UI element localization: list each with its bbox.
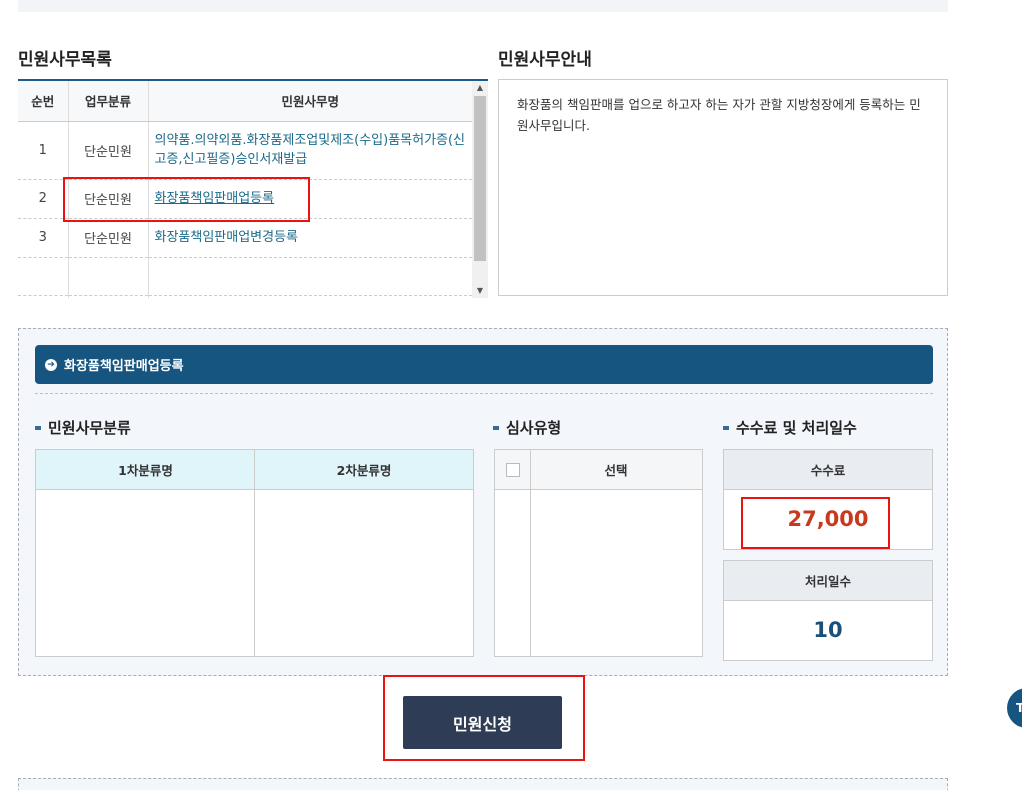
scroll-up-icon[interactable]: ▲: [472, 81, 488, 95]
scroll-top-button[interactable]: T: [1007, 688, 1022, 728]
detail-header: ➔ 화장품책임판매업등록: [35, 345, 933, 384]
civil-affairs-table: 순번 업무분류 민원사무명 1 단순민원 의약품.의약외품.화장품제조업및제조(…: [18, 81, 472, 298]
fee-value: 27,000: [787, 507, 869, 531]
col-1st-class: 1차분류명: [36, 450, 255, 490]
fee-title: 수수료 및 처리일수: [723, 417, 857, 438]
classification-title-text: 민원사무분류: [48, 419, 131, 437]
bullet-icon: [493, 425, 499, 430]
scroll-down-icon[interactable]: ▼: [472, 284, 488, 298]
list-scrollbar[interactable]: ▲ ▼: [472, 81, 488, 298]
bullet-icon: [35, 425, 41, 430]
col-select: 선택: [530, 450, 702, 490]
fee-box: 수수료 27,000: [723, 449, 933, 550]
row-name-cell: 화장품책임판매업등록: [148, 179, 472, 219]
classification-title: 민원사무분류: [35, 417, 131, 438]
row-no: 2: [18, 179, 69, 219]
info-text: 화장품의 책임판매를 업으로 하고자 하는 자가 관할 지방청장에게 등록하는 …: [517, 97, 921, 133]
table-row[interactable]: 3 단순민원 화장품책임판매업변경등록: [18, 218, 472, 258]
review-grid: 선택: [494, 449, 703, 657]
row-name[interactable]: 화장품책임판매업변경등록: [148, 218, 472, 258]
col-2nd-class: 2차분류명: [255, 450, 473, 490]
top-strip: [18, 0, 948, 12]
info-box: 화장품의 책임판매를 업으로 하고자 하는 자가 관할 지방청장에게 등록하는 …: [498, 79, 948, 296]
apply-button[interactable]: 민원신청: [403, 696, 562, 749]
fee-label: 수수료: [724, 450, 932, 490]
days-box: 처리일수 10: [723, 560, 933, 661]
select-all-checkbox[interactable]: [505, 462, 520, 477]
table-row-empty: [18, 295, 472, 298]
detail-panel: ➔ 화장품책임판매업등록 민원사무분류 1차분류명 2차분류명 심사유형 선택 …: [18, 328, 948, 676]
list-section-title: 민원사무목록: [18, 50, 112, 70]
fee-title-text: 수수료 및 처리일수: [736, 419, 857, 437]
days-value: 10: [813, 618, 843, 642]
col-header-category: 업무분류: [68, 81, 149, 122]
days-label: 처리일수: [724, 561, 932, 601]
detail-header-title: 화장품책임판매업등록: [64, 359, 184, 374]
review-title: 심사유형: [493, 417, 561, 438]
arrow-right-circle-icon: ➔: [45, 358, 57, 371]
row-name-link[interactable]: 화장품책임판매업등록: [155, 191, 275, 206]
row-category: 단순민원: [68, 179, 149, 219]
row-no: 3: [18, 218, 69, 258]
info-section-title: 민원사무안내: [498, 50, 592, 70]
bottom-panel: [18, 778, 948, 790]
select-all-cell: [495, 450, 530, 490]
table-row[interactable]: 1 단순민원 의약품.의약외품.화장품제조업및제조(수입)품목허가증(신고증,신…: [18, 121, 472, 180]
table-row-empty: [18, 257, 472, 296]
table-row[interactable]: 2 단순민원 화장품책임판매업등록: [18, 179, 472, 219]
bullet-icon: [723, 425, 729, 430]
review-title-text: 심사유형: [506, 419, 562, 437]
divider: [35, 393, 933, 394]
col-header-no: 순번: [18, 81, 69, 122]
classification-grid: 1차분류명 2차분류명: [35, 449, 474, 657]
civil-affairs-list: 순번 업무분류 민원사무명 1 단순민원 의약품.의약외품.화장품제조업및제조(…: [18, 79, 488, 298]
row-category: 단순민원: [68, 121, 149, 180]
row-category: 단순민원: [68, 218, 149, 258]
row-no: 1: [18, 121, 69, 180]
col-header-name: 민원사무명: [148, 81, 472, 122]
scroll-thumb[interactable]: [474, 96, 486, 261]
row-name[interactable]: 의약품.의약외품.화장품제조업및제조(수입)품목허가증(신고증,신고필증)승인서…: [148, 121, 472, 180]
